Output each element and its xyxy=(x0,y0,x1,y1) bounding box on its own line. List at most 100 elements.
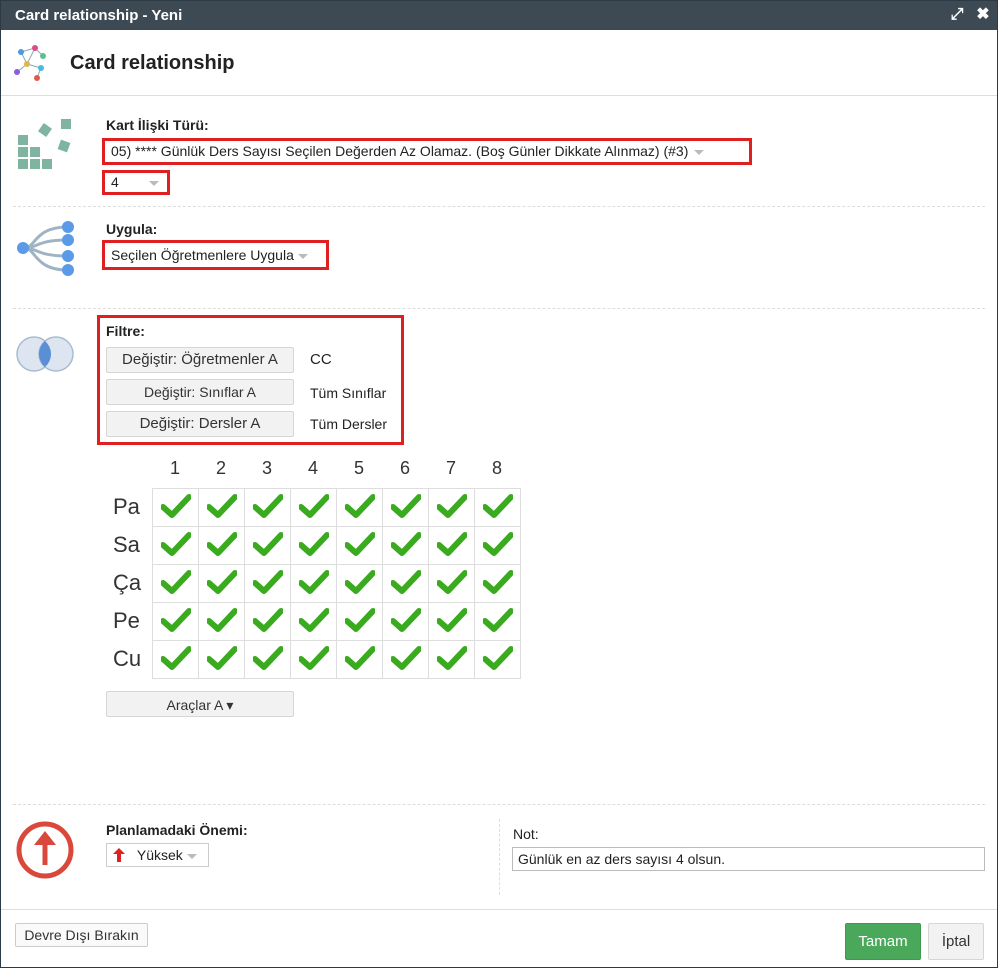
relationship-network-icon xyxy=(14,45,46,81)
grid-cell[interactable] xyxy=(290,602,337,641)
check-icon xyxy=(160,570,191,594)
check-icon xyxy=(390,494,421,518)
grid-cell[interactable] xyxy=(382,640,429,679)
grid-row-header: Ça xyxy=(113,570,142,595)
card-value-select-value: 4 xyxy=(111,174,119,190)
grid-cell[interactable] xyxy=(382,488,429,527)
grid-cell[interactable] xyxy=(198,564,245,603)
card-blocks-icon xyxy=(18,119,71,169)
grid-cell[interactable] xyxy=(428,602,475,641)
grid-cell[interactable] xyxy=(428,488,475,527)
grid-cell[interactable] xyxy=(336,602,383,641)
grid-cell[interactable] xyxy=(244,602,291,641)
apply-select-value: Seçilen Öğretmenlere Uygula xyxy=(111,247,294,263)
check-icon xyxy=(160,532,191,556)
tools-menu-button[interactable]: Araçlar A ▾ xyxy=(106,691,294,717)
grid-cell[interactable] xyxy=(336,640,383,679)
check-icon xyxy=(482,570,513,594)
check-icon xyxy=(206,646,237,670)
importance-up-arrow-icon xyxy=(16,821,74,879)
card-type-select-value: 05) **** Günlük Ders Sayısı Seçilen Değe… xyxy=(111,143,689,159)
grid-cell[interactable] xyxy=(474,640,521,679)
change-teachers-button[interactable]: Değiştir: Öğretmenler A xyxy=(106,347,294,373)
check-icon xyxy=(160,494,191,518)
check-icon xyxy=(252,608,283,632)
check-icon xyxy=(160,646,191,670)
grid-cell[interactable] xyxy=(198,488,245,527)
grid-cell[interactable] xyxy=(382,602,429,641)
change-classes-button[interactable]: Değiştir: Sınıflar A xyxy=(106,379,294,405)
classes-filter-value: Tüm Sınıflar xyxy=(310,385,387,401)
card-value-select[interactable]: 4 xyxy=(111,174,159,190)
close-icon[interactable]: ✖ xyxy=(973,5,993,25)
grid-column-header: 2 xyxy=(215,458,226,478)
maximize-icon[interactable]: ⤢ xyxy=(947,5,967,25)
disable-button[interactable]: Devre Dışı Bırakın xyxy=(15,923,148,947)
grid-cell[interactable] xyxy=(290,526,337,565)
check-icon xyxy=(436,532,467,556)
grid-cell[interactable] xyxy=(290,488,337,527)
check-icon xyxy=(298,532,329,556)
grid-cell[interactable] xyxy=(152,526,199,565)
grid-cell[interactable] xyxy=(244,488,291,527)
check-icon xyxy=(298,608,329,632)
grid-column-header: 7 xyxy=(445,458,456,478)
cancel-button[interactable]: İptal xyxy=(928,923,984,960)
grid-cell[interactable] xyxy=(198,640,245,679)
ok-button[interactable]: Tamam xyxy=(845,923,921,960)
grid-cell[interactable] xyxy=(336,526,383,565)
grid-column-header: 1 xyxy=(169,458,180,478)
chevron-down-icon xyxy=(148,180,159,186)
importance-select[interactable]: Yüksek xyxy=(106,843,209,867)
grid-cell[interactable] xyxy=(428,640,475,679)
grid-column-header: 6 xyxy=(399,458,410,478)
card-type-select[interactable]: 05) **** Günlük Ders Sayısı Seçilen Değe… xyxy=(111,143,705,159)
grid-cell[interactable] xyxy=(474,602,521,641)
grid-column-header: 3 xyxy=(261,458,272,478)
grid-column-header: 4 xyxy=(307,458,318,478)
grid-column-header: 8 xyxy=(491,458,502,478)
dialog-header: Card relationship xyxy=(1,30,997,96)
apply-label: Uygula: xyxy=(106,221,158,237)
grid-cell[interactable] xyxy=(382,564,429,603)
page-title: Card relationship xyxy=(70,52,235,74)
window-title: Card relationship - Yeni xyxy=(15,7,183,24)
grid-cell[interactable] xyxy=(152,640,199,679)
check-icon xyxy=(252,494,283,518)
grid-cell[interactable] xyxy=(198,602,245,641)
grid-cell[interactable] xyxy=(244,564,291,603)
apply-select[interactable]: Seçilen Öğretmenlere Uygula xyxy=(111,247,308,263)
grid-cell[interactable] xyxy=(244,526,291,565)
check-icon xyxy=(482,494,513,518)
grid-cell[interactable] xyxy=(290,640,337,679)
check-icon xyxy=(206,532,237,556)
importance-select-value: Yüksek xyxy=(136,847,183,863)
grid-cell[interactable] xyxy=(152,564,199,603)
note-input[interactable]: Günlük en az ders sayısı 4 olsun. xyxy=(512,847,985,871)
grid-column-header: 5 xyxy=(353,458,364,478)
grid-cell[interactable] xyxy=(474,564,521,603)
grid-row xyxy=(152,564,521,603)
grid-cell[interactable] xyxy=(428,526,475,565)
grid-row xyxy=(152,640,521,679)
grid-cell[interactable] xyxy=(198,526,245,565)
tree-branch-icon xyxy=(17,221,74,276)
grid-cell[interactable] xyxy=(474,488,521,527)
grid-cell[interactable] xyxy=(474,526,521,565)
section-divider xyxy=(13,804,985,805)
grid-cell[interactable] xyxy=(336,564,383,603)
grid-cell[interactable] xyxy=(428,564,475,603)
check-icon xyxy=(344,494,375,518)
grid-cell[interactable] xyxy=(382,526,429,565)
teachers-filter-value: CC xyxy=(310,351,332,368)
check-icon xyxy=(344,608,375,632)
check-icon xyxy=(390,608,421,632)
change-subjects-button[interactable]: Değiştir: Dersler A xyxy=(106,411,294,437)
grid-row xyxy=(152,526,521,565)
grid-cell[interactable] xyxy=(336,488,383,527)
grid-cell[interactable] xyxy=(290,564,337,603)
title-bar[interactable]: Card relationship - Yeni ⤢ ✖ xyxy=(1,1,997,30)
grid-cell[interactable] xyxy=(152,488,199,527)
grid-cell[interactable] xyxy=(152,602,199,641)
grid-cell[interactable] xyxy=(244,640,291,679)
